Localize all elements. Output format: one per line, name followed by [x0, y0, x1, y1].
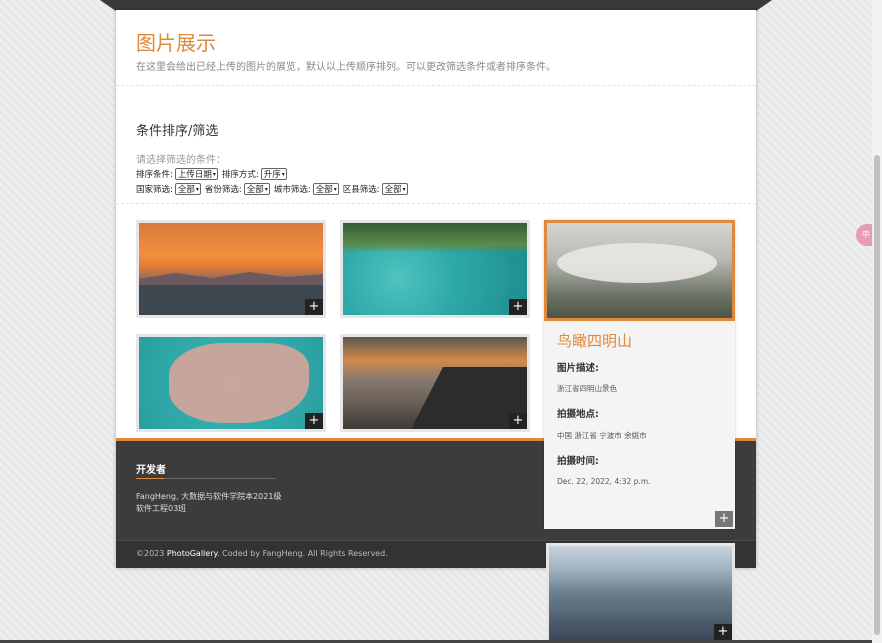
- sort-field-select[interactable]: 上传日期 ▾: [174, 168, 218, 180]
- footer-divider: [136, 478, 276, 479]
- brand-link[interactable]: PhotoGallery: [167, 549, 217, 558]
- province-filter-select[interactable]: 全部 ▾: [243, 183, 270, 195]
- scrollbar-thumb[interactable]: [874, 155, 880, 635]
- expand-plus-icon[interactable]: +: [509, 299, 527, 315]
- chevron-down-icon: ▾: [212, 170, 216, 178]
- description-label: 图片描述:: [557, 363, 599, 374]
- description-value: 浙江省四明山景色: [557, 384, 617, 393]
- province-filter-label: 省份筛选:: [204, 185, 242, 195]
- country-filter-label: 国家筛选:: [136, 185, 173, 195]
- country-filter-value: 全部: [177, 185, 195, 195]
- page-title: 图片展示: [136, 31, 216, 55]
- location-value: 中国 浙江省 宁波市 余姚市: [557, 431, 647, 440]
- filter-title: 条件排序/筛选: [136, 124, 219, 139]
- photo-thumbnail[interactable]: +: [136, 334, 326, 432]
- footer-heading: 开发者: [136, 465, 166, 476]
- chevron-down-icon: ▾: [195, 185, 199, 193]
- page-header: 图片展示 在这里会给出已经上传的图片的展览，默认以上传顺序排列。可以更改筛选条件…: [116, 10, 756, 86]
- chevron-down-icon: ▾: [333, 185, 337, 193]
- expand-plus-icon[interactable]: +: [305, 413, 323, 429]
- detail-title: 鸟瞰四明山: [557, 332, 633, 350]
- country-filter-select[interactable]: 全部 ▾: [174, 183, 201, 195]
- copyright-prefix: ©2023: [136, 549, 167, 558]
- scrollbar[interactable]: [872, 0, 882, 643]
- photo-thumbnail[interactable]: +: [340, 220, 530, 318]
- expand-plus-icon[interactable]: +: [714, 624, 732, 640]
- city-filter-value: 全部: [315, 185, 333, 195]
- filter-section: 条件排序/筛选 请选择筛选的条件： 排序条件: 上传日期 ▾ 排序方式: 升序 ▾ …: [116, 86, 756, 204]
- page-subtitle: 在这里会给出已经上传的图片的展览，默认以上传顺序排列。可以更改筛选条件或者排序条…: [136, 62, 556, 73]
- sort-order-label: 排序方式:: [221, 170, 259, 180]
- expand-plus-icon[interactable]: +: [509, 413, 527, 429]
- developer-line-2: 软件工程03班: [136, 504, 187, 513]
- sort-field-label: 排序条件:: [136, 170, 173, 180]
- city-filter-label: 城市筛选:: [273, 185, 311, 195]
- expand-plus-icon[interactable]: +: [305, 299, 323, 315]
- city-filter-select[interactable]: 全部 ▾: [312, 183, 339, 195]
- copyright-suffix: . Coded by FangHeng. All Rights Reserved…: [217, 549, 388, 558]
- time-value: Dec. 22, 2022, 4:32 p.m.: [557, 477, 651, 486]
- location-filter-row: 国家筛选: 全部 ▾ 省份筛选: 全部 ▾ 城市筛选: 全部 ▾ 区县筛选: 全部 ▾: [136, 182, 736, 196]
- chevron-down-icon: ▾: [402, 185, 406, 193]
- district-filter-value: 全部: [384, 185, 402, 195]
- chevron-down-icon: ▾: [264, 185, 268, 193]
- province-filter-value: 全部: [246, 185, 264, 195]
- sort-row: 排序条件: 上传日期 ▾ 排序方式: 升序 ▾: [136, 167, 736, 181]
- sort-order-value: 升序: [263, 170, 281, 180]
- developer-info: FangHeng, 大数据与软件学院本2021级 软件工程03班: [136, 491, 296, 515]
- filter-hint: 请选择筛选的条件：: [136, 155, 226, 166]
- sort-field-value: 上传日期: [177, 170, 212, 180]
- sort-order-select[interactable]: 升序 ▾: [260, 168, 287, 180]
- photo-detail-card: 鸟瞰四明山 图片描述: 浙江省四明山景色 拍摄地点: 中国 浙江省 宁波市 余姚…: [544, 220, 735, 529]
- developer-line-1: FangHeng, 大数据与软件学院本2021级: [136, 492, 282, 501]
- photo-thumbnail[interactable]: +: [546, 543, 735, 643]
- location-label: 拍摄地点:: [557, 409, 599, 420]
- district-filter-select[interactable]: 全部 ▾: [381, 183, 408, 195]
- time-label: 拍摄时间:: [557, 456, 599, 467]
- photo-thumbnail[interactable]: +: [340, 334, 530, 432]
- detail-photo[interactable]: [544, 220, 735, 321]
- district-filter-label: 区县筛选:: [342, 185, 380, 195]
- photo-thumbnail[interactable]: +: [136, 220, 326, 318]
- chevron-down-icon: ▾: [281, 170, 285, 178]
- expand-plus-icon[interactable]: +: [715, 511, 733, 527]
